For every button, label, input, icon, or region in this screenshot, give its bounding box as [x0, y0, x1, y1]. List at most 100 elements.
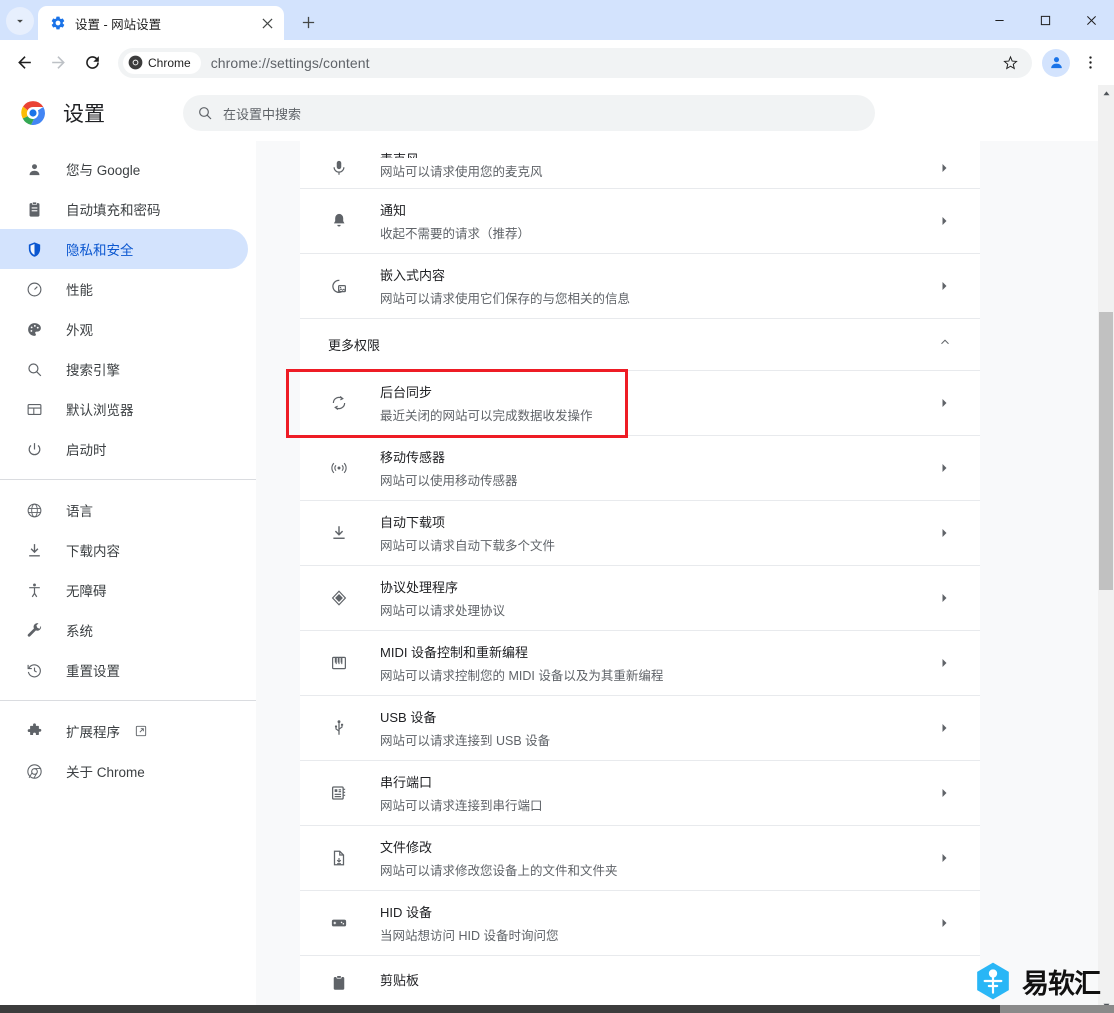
chevron-right-icon[interactable] — [936, 527, 952, 539]
permission-subtitle: 网站可以请求使用它们保存的与您相关的信息 — [380, 292, 631, 306]
section-header-more-permissions[interactable]: 更多权限 — [300, 319, 980, 371]
sidebar-item-accessibility[interactable]: 无障碍 — [0, 570, 248, 610]
settings-body: 您与 Google 自动填充和密码 隐私和安全 性能 外观 搜索引擎 默认浏览器… — [0, 141, 1114, 1013]
sidebar-item-label: 语言 — [66, 504, 93, 519]
gauge-icon — [24, 279, 44, 299]
sidebar-item-you-and-google[interactable]: 您与 Google — [0, 149, 248, 189]
chevron-right-icon[interactable] — [936, 280, 952, 292]
person-icon — [24, 159, 44, 179]
close-icon[interactable] — [258, 14, 276, 32]
sidebar-item-label: 隐私和安全 — [66, 243, 134, 258]
sidebar-item-appearance[interactable]: 外观 — [0, 309, 248, 349]
external-link-icon — [134, 724, 148, 738]
close-window-button[interactable] — [1068, 0, 1114, 40]
permission-subtitle: 网站可以请求修改您设备上的文件和文件夹 — [380, 864, 618, 878]
sidebar-item-about-chrome[interactable]: 关于 Chrome — [0, 751, 248, 791]
reload-icon — [85, 56, 99, 69]
chrome-chip-label: Chrome — [148, 55, 191, 70]
permission-row-usb-devices[interactable]: USB 设备 网站可以请求连接到 USB 设备 — [300, 696, 980, 761]
watermark: 易软汇 — [973, 961, 1101, 1001]
permission-subtitle: 网站可以请求连接到 USB 设备 — [380, 734, 551, 748]
permission-row-file-editing[interactable]: 文件修改 网站可以请求修改您设备上的文件和文件夹 — [300, 826, 980, 891]
permission-title: 自动下载项 — [380, 515, 446, 530]
tab-search-button[interactable] — [6, 7, 34, 35]
sidebar-item-downloads[interactable]: 下载内容 — [0, 530, 248, 570]
back-button[interactable] — [8, 47, 40, 79]
chevron-right-icon[interactable] — [936, 462, 952, 474]
permission-row-midi[interactable]: MIDI 设备控制和重新编程 网站可以请求控制您的 MIDI 设备以及为其重新编… — [300, 631, 980, 696]
permission-subtitle: 当网站想访问 HID 设备时询问您 — [380, 929, 559, 943]
chevron-right-icon[interactable] — [936, 852, 952, 864]
permission-row-microphone[interactable]: 麦克风 网站可以请求使用您的麦克风 — [300, 141, 980, 189]
motion-sensor-icon — [328, 457, 350, 479]
permission-title: 移动传感器 — [380, 450, 446, 465]
permission-row-protocol-handlers[interactable]: 协议处理程序 网站可以请求处理协议 — [300, 566, 980, 631]
permission-row-motion-sensors[interactable]: 移动传感器 网站可以使用移动传感器 — [300, 436, 980, 501]
browser-tab[interactable]: 设置 - 网站设置 — [38, 6, 284, 40]
permission-title: HID 设备 — [380, 905, 433, 920]
new-tab-button[interactable] — [294, 8, 322, 36]
permission-title: 通知 — [380, 203, 407, 218]
sidebar-item-reset-settings[interactable]: 重置设置 — [0, 650, 248, 690]
sidebar-item-search-engine[interactable]: 搜索引擎 — [0, 349, 248, 389]
tab-strip: 设置 - 网站设置 — [0, 0, 1114, 40]
sidebar-item-label: 启动时 — [66, 443, 107, 458]
shield-icon — [24, 239, 44, 259]
sidebar-item-performance[interactable]: 性能 — [0, 269, 248, 309]
hid-device-icon — [328, 912, 350, 934]
chrome-logo-icon — [21, 101, 45, 126]
tab-title: 设置 - 网站设置 — [75, 17, 162, 32]
permission-row-serial-ports[interactable]: 串行端口 网站可以请求连接到串行端口 — [300, 761, 980, 826]
chevron-right-icon[interactable] — [936, 657, 952, 669]
browser-toolbar: Chrome chrome://settings/content — [0, 40, 1114, 85]
reload-button[interactable] — [76, 47, 108, 79]
chevron-right-icon[interactable] — [936, 397, 952, 409]
bell-icon — [328, 210, 350, 232]
sidebar-item-system[interactable]: 系统 — [0, 610, 248, 650]
scroll-up-arrow[interactable] — [1098, 85, 1114, 101]
permission-title: 后台同步 — [380, 385, 433, 400]
gear-icon — [51, 16, 65, 30]
permission-title: 嵌入式内容 — [380, 268, 446, 283]
permission-row-clipboard[interactable]: 剪贴板 — [300, 956, 980, 999]
three-dot-menu-icon — [1088, 56, 1092, 69]
sidebar-item-autofill-passwords[interactable]: 自动填充和密码 — [0, 189, 248, 229]
sidebar-item-label: 重置设置 — [66, 664, 120, 679]
chevron-right-icon[interactable] — [936, 787, 952, 799]
maximize-button[interactable] — [1022, 0, 1068, 40]
permission-row-embedded-content[interactable]: 嵌入式内容 网站可以请求使用它们保存的与您相关的信息 — [300, 254, 980, 319]
chevron-right-icon[interactable] — [936, 917, 952, 929]
permission-title: USB 设备 — [380, 710, 437, 725]
chevron-right-icon[interactable] — [936, 722, 952, 734]
permission-row-notifications[interactable]: 通知 收起不需要的请求（推荐） — [300, 189, 980, 254]
address-bar[interactable]: Chrome chrome://settings/content — [118, 47, 1032, 79]
chrome-origin-chip: Chrome — [123, 51, 201, 74]
sidebar-item-label: 关于 Chrome — [66, 765, 145, 780]
serial-port-icon — [328, 782, 350, 804]
permission-row-automatic-downloads[interactable]: 自动下载项 网站可以请求自动下载多个文件 — [300, 501, 980, 566]
sidebar-item-default-browser[interactable]: 默认浏览器 — [0, 389, 248, 429]
scrollbar-thumb[interactable] — [1099, 312, 1113, 590]
sidebar-divider — [0, 479, 256, 480]
search-icon — [199, 107, 212, 120]
minimize-button[interactable] — [976, 0, 1022, 40]
vertical-scrollbar[interactable] — [1098, 85, 1114, 1013]
search-placeholder: 在设置中搜索 — [223, 106, 302, 122]
permission-row-hid-devices[interactable]: HID 设备 当网站想访问 HID 设备时询问您 — [300, 891, 980, 956]
bookmark-star-icon[interactable] — [994, 47, 1026, 79]
settings-search-input[interactable]: 在设置中搜索 — [183, 95, 875, 131]
permission-row-background-sync[interactable]: 后台同步 最近关闭的网站可以完成数据收发操作 — [300, 371, 980, 436]
download-icon — [24, 540, 44, 560]
browser-menu-button[interactable] — [1074, 47, 1106, 79]
chevron-right-icon[interactable] — [936, 215, 952, 227]
bottom-bar-highlight — [1000, 1005, 1114, 1013]
profile-avatar-button[interactable] — [1042, 48, 1070, 77]
chevron-right-icon[interactable] — [936, 162, 952, 174]
sidebar-item-on-startup[interactable]: 启动时 — [0, 429, 248, 469]
sidebar-item-privacy-security[interactable]: 隐私和安全 — [0, 229, 248, 269]
forward-button[interactable] — [42, 47, 74, 79]
chevron-up-icon[interactable] — [938, 335, 952, 354]
sidebar-item-extensions[interactable]: 扩展程序 — [0, 711, 248, 751]
chevron-right-icon[interactable] — [936, 592, 952, 604]
sidebar-item-languages[interactable]: 语言 — [0, 490, 248, 530]
